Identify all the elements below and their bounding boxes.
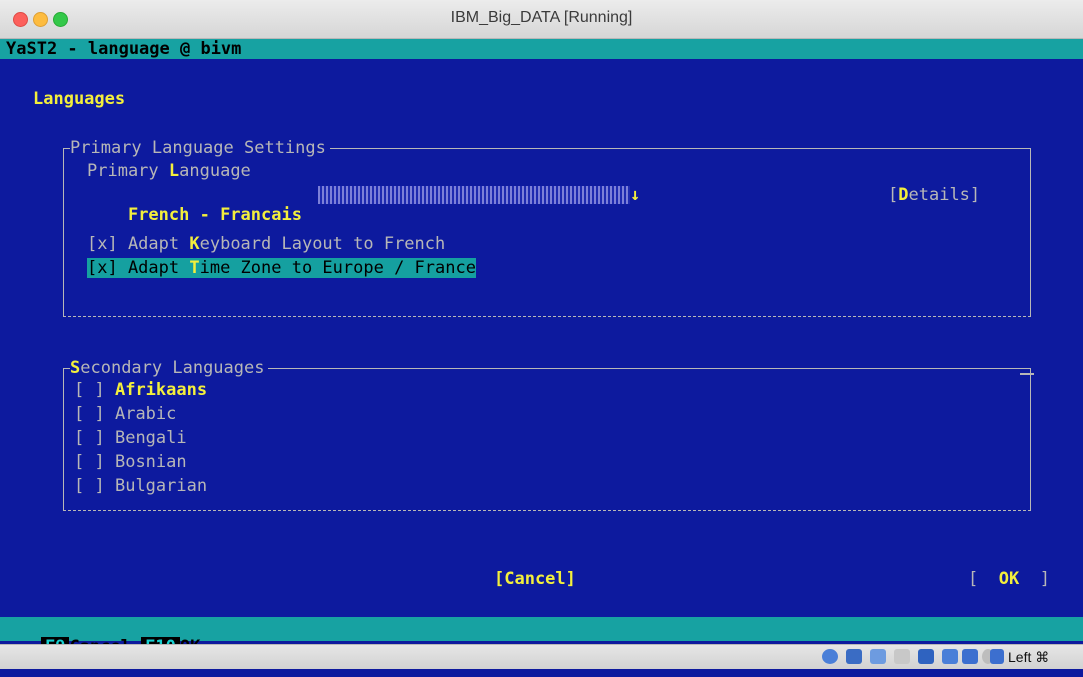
window-title: IBM_Big_DATA [Running] [450, 9, 633, 26]
list-item[interactable]: [ ] Bengali [74, 428, 187, 448]
primary-frame-label: Primary Language Settings [70, 138, 330, 158]
list-item[interactable]: [ ] Bulgarian [74, 476, 207, 496]
primary-language-value: French - Francais [127, 205, 302, 225]
vm-console[interactable]: YaST2 - language @ bivm Languages Primar… [0, 39, 1083, 657]
shared-folders-icon[interactable] [870, 649, 886, 664]
display-icon[interactable] [918, 649, 934, 664]
list-item[interactable]: [ ] Afrikaans [74, 380, 207, 400]
list-item[interactable]: [ ] Arabic [74, 404, 176, 424]
usb-icon[interactable] [846, 649, 862, 664]
ok-button[interactable]: [ OK ] [968, 569, 1050, 589]
adapt-keyboard-checkbox[interactable]: [x] Adapt Keyboard Layout to French [87, 234, 445, 254]
combo-fill [318, 186, 630, 204]
network-icon[interactable] [942, 649, 958, 664]
mouse-integration-icon[interactable] [990, 649, 1004, 664]
primary-language-label: Primary Language [87, 161, 251, 181]
dropdown-arrow-icon[interactable]: ↓ [630, 185, 640, 205]
video-capture-icon[interactable] [962, 649, 978, 664]
page-title: Languages [33, 89, 126, 109]
window-titlebar: IBM_Big_DATA [Running] [0, 0, 1083, 39]
host-key-label: Left ⌘ [1008, 649, 1050, 665]
secondary-languages-frame [63, 368, 1031, 511]
adapt-timezone-checkbox[interactable]: [x] Adapt Time Zone to Europe / France [87, 258, 476, 278]
yast-title-bar: YaST2 - language @ bivm [0, 39, 1083, 59]
secondary-frame-label: Secondary Languages [70, 358, 269, 378]
list-item[interactable]: [ ] Bosnian [74, 452, 187, 472]
function-key-bar: F9Cancel F10OK [0, 617, 1083, 657]
vm-status-bar: Left ⌘ [0, 644, 1083, 669]
list-scrollbar-thumb[interactable] [1020, 373, 1034, 375]
optical-drive-icon[interactable] [822, 649, 838, 664]
cancel-button[interactable]: [Cancel] [494, 569, 576, 589]
floppy-icon[interactable] [894, 649, 910, 664]
details-button[interactable]: [Details] [888, 185, 980, 205]
